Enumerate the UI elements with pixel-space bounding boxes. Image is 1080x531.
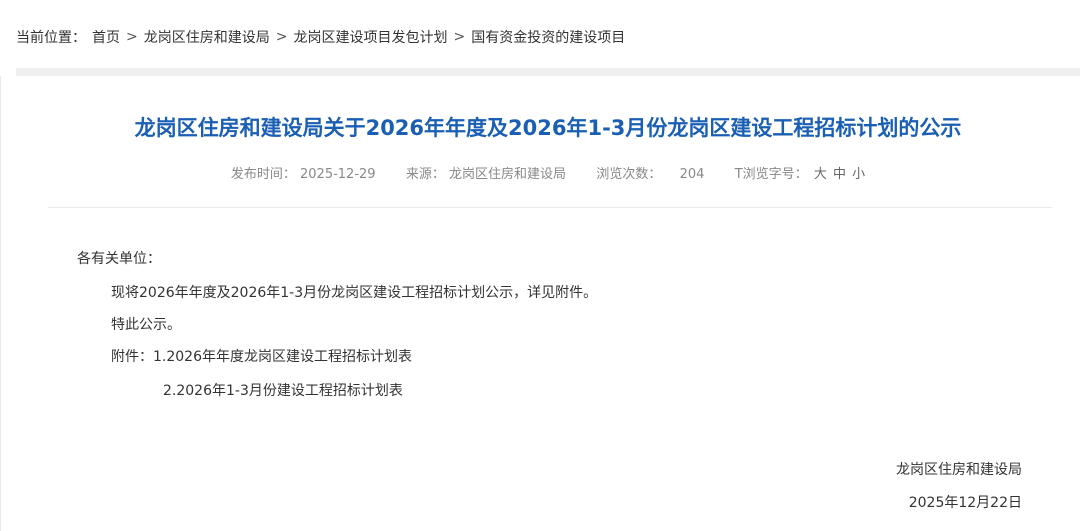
signature-org: 龙岗区住房和建设局 (896, 462, 1022, 478)
top-divider-bar (16, 68, 1080, 76)
views-count: 204 (679, 167, 705, 182)
breadcrumb-separator: > (126, 29, 138, 45)
publish-date: 2025-12-29 (300, 167, 376, 182)
font-size-large-button[interactable]: 大 (814, 163, 827, 182)
breadcrumb: 当前位置： 首页 > 龙岗区住房和建设局 > 龙岗区建设项目发包计划 > 国有资… (16, 27, 625, 47)
body-paragraph-2: 特此公示。 (111, 317, 181, 333)
attachment-link-2[interactable]: 2.2026年1-3月份建设工程招标计划表 (163, 383, 403, 399)
views-label: 浏览次数： (596, 167, 662, 182)
salutation: 各有关单位： (77, 251, 161, 267)
breadcrumb-separator: > (453, 29, 466, 45)
attachment-row: 附件：1.2026年年度龙岗区建设工程招标计划表 (111, 346, 412, 366)
breadcrumb-lead: 当前位置： (16, 30, 86, 46)
breadcrumb-bureau-link[interactable]: 龙岗区住房和建设局 (144, 27, 270, 47)
breadcrumb-home-link[interactable]: 首页 (92, 27, 120, 47)
body-paragraph-1: 现将2026年年度及2026年1-3月份龙岗区建设工程招标计划公示，详见附件。 (111, 285, 598, 301)
source-value: 龙岗区住房和建设局 (449, 167, 567, 182)
font-size-label: T浏览字号： (734, 167, 808, 182)
attachment-link-1[interactable]: 1.2026年年度龙岗区建设工程招标计划表 (153, 349, 412, 365)
article-title: 龙岗区住房和建设局关于2026年年度及2026年1-3月份龙岗区建设工程招标计划… (134, 116, 962, 140)
attachment-row: 2.2026年1-3月份建设工程招标计划表 (163, 380, 403, 400)
publish-label: 发布时间： (230, 167, 296, 182)
article-meta: 发布时间： 2025-12-29 来源： 龙岗区住房和建设局 浏览次数： 204… (0, 163, 1080, 182)
breadcrumb-category-link[interactable]: 国有资金投资的建设项目 (471, 27, 625, 47)
breadcrumb-plan-link[interactable]: 龙岗区建设项目发包计划 (293, 27, 447, 47)
attachment-label: 附件： (111, 349, 153, 365)
breadcrumb-separator: > (275, 29, 288, 45)
source-label: 来源： (405, 167, 445, 182)
signature-date: 2025年12月22日 (908, 495, 1022, 511)
font-size-small-button[interactable]: 小 (852, 163, 865, 182)
meta-divider (48, 207, 1052, 208)
font-size-medium-button[interactable]: 中 (833, 163, 846, 182)
